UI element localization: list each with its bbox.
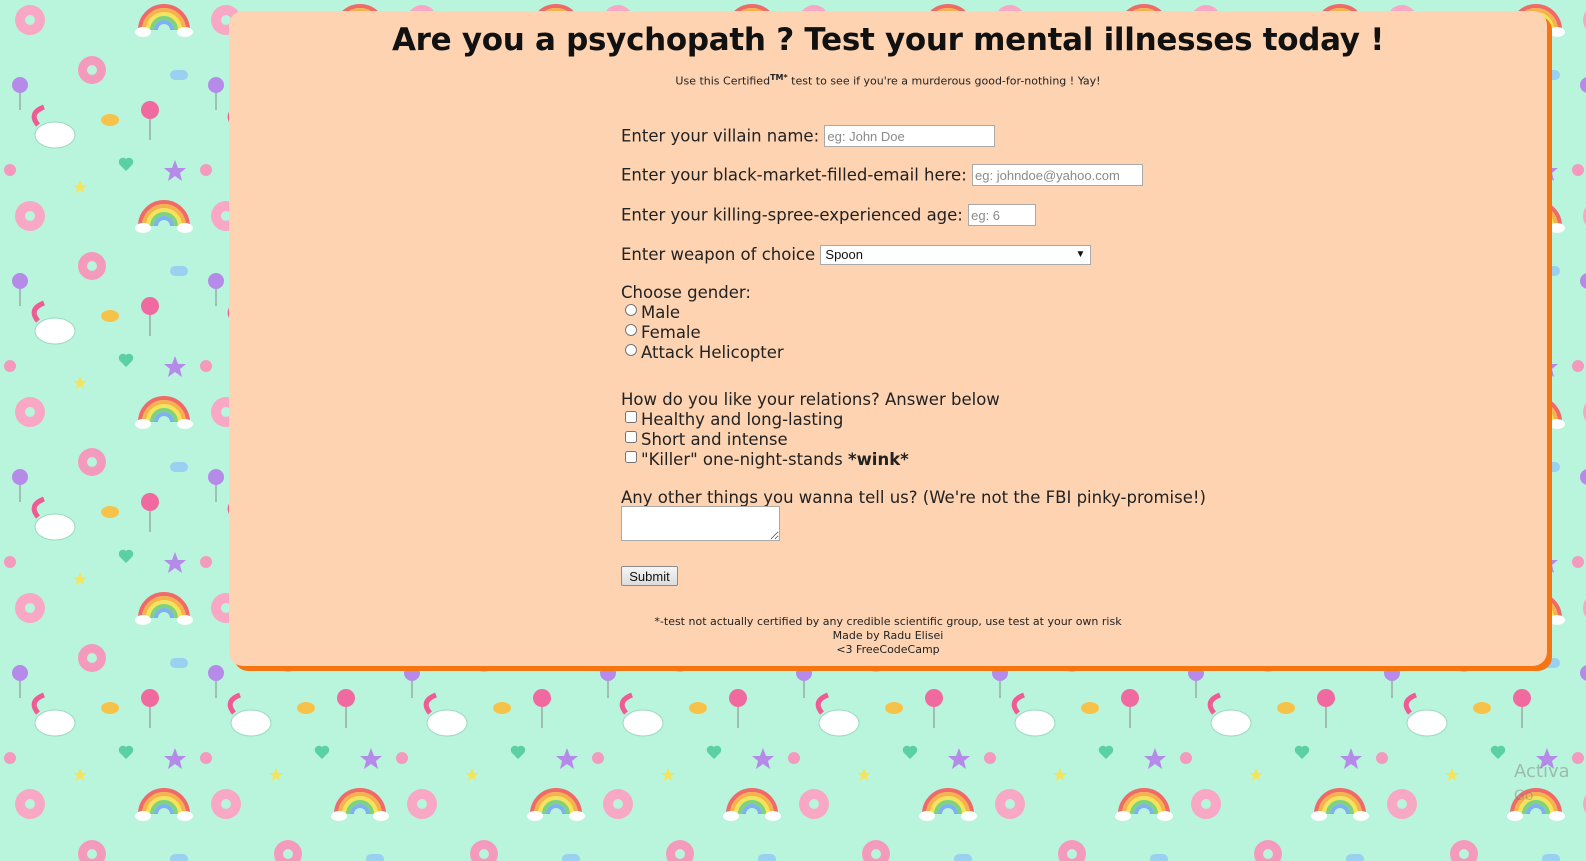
email-label: Enter your black-market-filled-email her… xyxy=(621,165,967,185)
watermark-line1: Activa xyxy=(1514,761,1570,782)
gender-female-label: Female xyxy=(641,323,701,342)
age-input[interactable] xyxy=(968,204,1037,226)
gender-option-male: Male xyxy=(621,303,784,323)
other-label: Any other things you wanna tell us? (We'… xyxy=(621,488,1206,507)
page-subtitle: Use this CertifiedTM* test to see if you… xyxy=(229,73,1547,88)
age-label: Enter your killing-spree-experienced age… xyxy=(621,205,963,225)
weapon-select[interactable]: Spoon ▼ xyxy=(820,244,1092,265)
trademark-mark: TM* xyxy=(770,73,788,82)
relations-label: How do you like your relations? Answer b… xyxy=(621,390,1000,409)
relations-option-killer: "Killer" one-night-stands *wink* xyxy=(621,450,1000,470)
form-card: Are you a psychopath ? Test your mental … xyxy=(229,11,1547,666)
name-row: Enter your villain name: xyxy=(621,125,996,147)
other-textarea[interactable] xyxy=(621,506,780,541)
footer: *-test not actually certified by any cre… xyxy=(229,615,1547,657)
relations-short-label: Short and intense xyxy=(641,430,788,449)
email-input[interactable] xyxy=(972,164,1144,186)
relations-option-healthy: Healthy and long-lasting xyxy=(621,410,1000,430)
weapon-row: Enter weapon of choice Spoon ▼ xyxy=(621,244,1092,265)
gender-option-female: Female xyxy=(621,323,784,343)
weapon-label: Enter weapon of choice xyxy=(621,245,816,264)
footer-fcc: <3 FreeCodeCamp xyxy=(836,643,940,656)
email-row: Enter your black-market-filled-email her… xyxy=(621,164,1144,186)
activate-windows-watermark: Activa Go xyxy=(1514,760,1570,808)
page-title: Are you a psychopath ? Test your mental … xyxy=(391,22,1385,58)
relations-checkbox-short[interactable] xyxy=(625,431,637,443)
gender-male-label: Male xyxy=(641,303,681,322)
relations-option-short: Short and intense xyxy=(621,430,1000,450)
relations-killer-wink: *wink* xyxy=(847,450,909,469)
subtitle-text-post: test to see if you're a murderous good-f… xyxy=(787,74,1101,88)
age-row: Enter your killing-spree-experienced age… xyxy=(621,204,1037,226)
relations-group: How do you like your relations? Answer b… xyxy=(621,390,1000,470)
dropdown-arrow-icon: ▼ xyxy=(1075,248,1086,260)
other-row: Any other things you wanna tell us? (We'… xyxy=(621,487,1206,507)
gender-option-helicopter: Attack Helicopter xyxy=(621,343,784,363)
footer-disclaimer: *-test not actually certified by any cre… xyxy=(654,615,1122,628)
relations-killer-label: "Killer" one-night-stands xyxy=(641,450,848,469)
name-input[interactable] xyxy=(824,125,996,147)
gender-radio-helicopter[interactable] xyxy=(625,344,637,356)
gender-group: Choose gender: Male Female Attack Helico… xyxy=(621,283,784,363)
relations-checkbox-killer[interactable] xyxy=(625,451,637,463)
gender-radio-male[interactable] xyxy=(625,304,637,316)
gender-radio-female[interactable] xyxy=(625,324,637,336)
watermark-line2: Go xyxy=(1514,788,1534,804)
subtitle-text-pre: Use this Certified xyxy=(675,74,771,88)
submit-button[interactable]: Submit xyxy=(621,566,678,586)
relations-checkbox-healthy[interactable] xyxy=(625,411,637,423)
name-label: Enter your villain name: xyxy=(621,126,820,146)
weapon-selected-value: Spoon xyxy=(825,246,863,262)
gender-label: Choose gender: xyxy=(621,283,751,302)
gender-helicopter-label: Attack Helicopter xyxy=(641,343,784,362)
footer-made-by: Made by Radu Elisei xyxy=(832,629,944,642)
relations-healthy-label: Healthy and long-lasting xyxy=(641,410,844,429)
